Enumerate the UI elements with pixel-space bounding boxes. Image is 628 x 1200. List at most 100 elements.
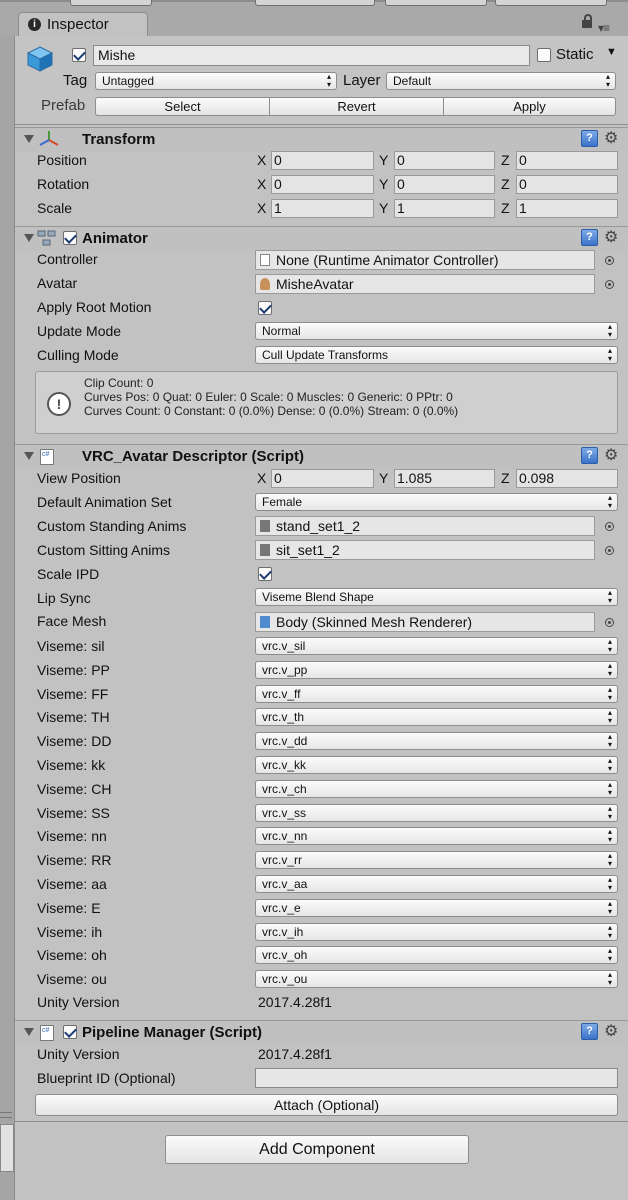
- apply-root-motion-checkbox[interactable]: [258, 301, 272, 315]
- view-position-x[interactable]: 0: [271, 469, 374, 488]
- attach-button[interactable]: Attach (Optional): [35, 1094, 618, 1116]
- viseme-dropdown[interactable]: vrc.v_sil ▴ ▾: [255, 637, 618, 655]
- culling-mode-dropdown[interactable]: Cull Update Transforms ▴ ▾: [255, 346, 618, 364]
- blueprint-id-field[interactable]: [255, 1068, 618, 1088]
- tab-inspector[interactable]: i Inspector: [18, 12, 148, 37]
- panel-menu-icon[interactable]: ▾≡: [598, 21, 610, 35]
- viseme-dropdown[interactable]: vrc.v_e ▴ ▾: [255, 898, 618, 917]
- transform-position-z[interactable]: 0: [516, 151, 618, 170]
- transform-scale-x[interactable]: 1: [271, 199, 374, 218]
- prefab-label: Prefab: [41, 97, 86, 114]
- foldout-arrow-icon[interactable]: [24, 234, 34, 242]
- default-anim-set-dropdown[interactable]: Female ▴ ▾: [255, 493, 618, 511]
- transform-rotation-z[interactable]: 0: [516, 175, 618, 194]
- viseme-dropdown-value: vrc.v_rr: [262, 853, 302, 868]
- left-panel-gutter: [0, 36, 15, 1200]
- gear-icon[interactable]: ⚙: [604, 445, 618, 465]
- lip-sync-dropdown[interactable]: Viseme Blend Shape ▴ ▾: [255, 588, 618, 606]
- standing-anims-value: stand_set1_2: [276, 518, 361, 534]
- info-line: Curves Pos: 0 Quat: 0 Euler: 0 Scale: 0 …: [84, 390, 453, 404]
- add-component-button[interactable]: Add Component: [165, 1135, 469, 1164]
- transform-header[interactable]: Transform ? ⚙: [15, 127, 628, 152]
- gear-icon[interactable]: ⚙: [604, 1021, 618, 1041]
- object-picker-icon[interactable]: [605, 618, 614, 627]
- tab-inspector-label: Inspector: [47, 16, 109, 33]
- transform-scale-z[interactable]: 1: [516, 199, 618, 218]
- toolbar-button[interactable]: [495, 0, 607, 6]
- animator-header[interactable]: Animator ? ⚙: [15, 226, 628, 251]
- lock-icon[interactable]: [582, 14, 592, 28]
- foldout-arrow-icon[interactable]: [24, 135, 34, 143]
- prefab-revert-button[interactable]: Revert: [269, 97, 444, 116]
- help-icon[interactable]: ?: [581, 229, 598, 246]
- gear-icon[interactable]: ⚙: [604, 128, 618, 148]
- help-icon[interactable]: ?: [581, 447, 598, 464]
- controller-label: Controller: [37, 251, 98, 267]
- avatar-descriptor-title: VRC_Avatar Descriptor (Script): [82, 448, 305, 465]
- update-mode-dropdown[interactable]: Normal ▴ ▾: [255, 322, 618, 340]
- viseme-dropdown[interactable]: vrc.v_pp ▴ ▾: [255, 660, 618, 679]
- apply-root-motion-label: Apply Root Motion: [37, 299, 152, 315]
- scale-ipd-checkbox[interactable]: [258, 567, 272, 581]
- object-picker-icon[interactable]: [605, 280, 614, 289]
- viseme-dropdown[interactable]: vrc.v_th ▴ ▾: [255, 708, 618, 727]
- viseme-dropdown[interactable]: vrc.v_dd ▴ ▾: [255, 732, 618, 751]
- script-icon: [40, 449, 54, 465]
- static-dropdown-icon[interactable]: ▼: [606, 46, 617, 58]
- prefab-select-button[interactable]: Select: [95, 97, 270, 116]
- viseme-dropdown[interactable]: vrc.v_aa ▴ ▾: [255, 875, 618, 893]
- viseme-label: Viseme: TH: [37, 709, 110, 726]
- controller-field[interactable]: None (Runtime Animator Controller): [255, 250, 595, 270]
- transform-position-x[interactable]: 0: [271, 151, 374, 170]
- toolbar-button[interactable]: [385, 0, 487, 6]
- toolbar-button[interactable]: [70, 0, 152, 6]
- sitting-anims-label: Custom Sitting Anims: [37, 542, 171, 558]
- face-mesh-field[interactable]: Body (Skinned Mesh Renderer): [255, 612, 595, 632]
- transform-rotation-x[interactable]: 0: [271, 175, 374, 194]
- viseme-dropdown-value: vrc.v_ih: [262, 924, 304, 939]
- info-line: Curves Count: 0 Constant: 0 (0.0%) Dense…: [84, 404, 459, 418]
- view-position-z[interactable]: 0.098: [516, 469, 618, 488]
- viseme-dropdown[interactable]: vrc.v_rr ▴ ▾: [255, 851, 618, 870]
- foldout-arrow-icon[interactable]: [24, 452, 34, 460]
- prefab-apply-button[interactable]: Apply: [443, 97, 616, 116]
- object-name-field[interactable]: Mishe: [93, 45, 530, 66]
- help-icon[interactable]: ?: [581, 130, 598, 147]
- transform-position-y[interactable]: 0: [394, 151, 495, 170]
- viseme-dropdown[interactable]: vrc.v_ou ▴ ▾: [255, 970, 618, 989]
- tag-dropdown[interactable]: Untagged ▴ ▾: [95, 72, 337, 90]
- object-picker-icon[interactable]: [605, 546, 614, 555]
- avatar-descriptor-header[interactable]: VRC_Avatar Descriptor (Script) ? ⚙: [15, 444, 628, 469]
- object-picker-icon[interactable]: [605, 256, 614, 265]
- transform-scale-y[interactable]: 1: [394, 199, 495, 218]
- help-icon[interactable]: ?: [581, 1023, 598, 1040]
- sitting-anims-field[interactable]: sit_set1_2: [255, 540, 595, 560]
- viseme-dropdown[interactable]: vrc.v_oh ▴ ▾: [255, 946, 618, 965]
- toolbar-button[interactable]: [255, 0, 375, 6]
- animator-enabled-checkbox[interactable]: [63, 231, 77, 245]
- object-picker-icon[interactable]: [605, 522, 614, 531]
- gameobject-cube-icon: [26, 46, 54, 72]
- avatar-field[interactable]: MisheAvatar: [255, 274, 595, 294]
- viseme-dropdown[interactable]: vrc.v_ch ▴ ▾: [255, 779, 618, 798]
- viseme-dropdown-value: vrc.v_aa: [262, 877, 308, 891]
- active-checkbox[interactable]: [72, 48, 86, 62]
- dropdown-arrows-icon: ▴ ▾: [607, 708, 612, 726]
- viseme-dropdown[interactable]: vrc.v_kk ▴ ▾: [255, 756, 618, 774]
- transform-rotation-y[interactable]: 0: [394, 175, 495, 194]
- layer-dropdown[interactable]: Default ▴ ▾: [386, 72, 616, 90]
- pipeline-enabled-checkbox[interactable]: [63, 1025, 77, 1039]
- gear-icon[interactable]: ⚙: [604, 227, 618, 247]
- viseme-dropdown-value: vrc.v_ss: [262, 805, 307, 820]
- viseme-dropdown[interactable]: vrc.v_ih ▴ ▾: [255, 922, 618, 941]
- axis-z-label: Z: [501, 176, 510, 192]
- viseme-dropdown[interactable]: vrc.v_ff ▴ ▾: [255, 684, 618, 703]
- dropdown-arrows-icon: ▴ ▾: [607, 827, 612, 845]
- standing-anims-field[interactable]: stand_set1_2: [255, 516, 595, 536]
- view-position-y[interactable]: 1.085: [394, 469, 495, 488]
- static-checkbox[interactable]: [537, 48, 551, 62]
- pipeline-manager-header[interactable]: Pipeline Manager (Script) ? ⚙: [15, 1020, 628, 1045]
- viseme-dropdown[interactable]: vrc.v_nn ▴ ▾: [255, 827, 618, 846]
- foldout-arrow-icon[interactable]: [24, 1028, 34, 1036]
- viseme-dropdown[interactable]: vrc.v_ss ▴ ▾: [255, 803, 618, 822]
